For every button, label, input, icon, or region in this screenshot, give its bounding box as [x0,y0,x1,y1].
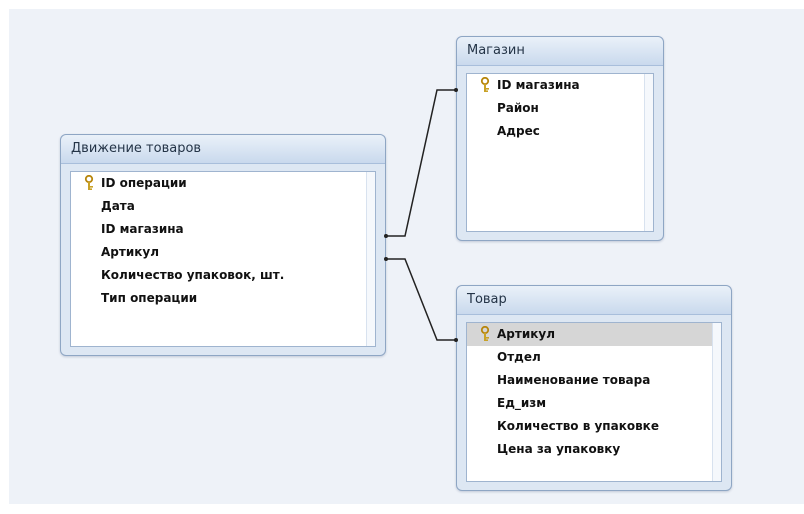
field-label: Количество в упаковке [497,419,659,433]
table-movements-fields: ID операции Дата ID магазина Артикул Кол… [70,171,376,347]
field-label: Ед_изм [497,396,547,410]
table-store[interactable]: Магазин ID магазина Район Адрес [456,36,664,241]
field-label: Дата [101,199,135,213]
field-package-price[interactable]: Цена за упаковку [467,438,721,461]
field-label: ID операции [101,176,187,190]
table-store-fields: ID магазина Район Адрес [466,73,654,232]
field-label: Отдел [497,350,541,364]
field-operation-type[interactable]: Тип операции [71,287,375,310]
table-store-title[interactable]: Магазин [457,37,663,66]
table-product-fields: Артикул Отдел Наименование товара Ед_изм… [466,322,722,482]
field-unit[interactable]: Ед_изм [467,392,721,415]
table-movements-title[interactable]: Движение товаров [61,135,385,164]
field-date[interactable]: Дата [71,195,375,218]
field-label: ID магазина [497,78,580,92]
field-label: ID магазина [101,222,184,236]
field-label: Количество упаковок, шт. [101,268,285,282]
field-address[interactable]: Адрес [467,120,653,143]
field-district[interactable]: Район [467,97,653,120]
table-movements[interactable]: Движение товаров ID операции Дата ID маг… [60,134,386,356]
field-package-count[interactable]: Количество упаковок, шт. [71,264,375,287]
field-id-operation[interactable]: ID операции [71,172,375,195]
key-icon [480,326,490,341]
field-label: Артикул [101,245,159,259]
field-label: Цена за упаковку [497,442,621,456]
field-label: Наименование товара [497,373,651,387]
scrollbar[interactable] [712,323,721,481]
scrollbar[interactable] [644,74,653,231]
table-product[interactable]: Товар Артикул Отдел Наименование товара … [456,285,732,491]
field-article[interactable]: Артикул [71,241,375,264]
table-product-title[interactable]: Товар [457,286,731,315]
field-label: Район [497,101,539,115]
key-icon [480,77,490,92]
field-label: Адрес [497,124,540,138]
key-icon [84,175,94,190]
field-store-id[interactable]: ID магазина [71,218,375,241]
field-department[interactable]: Отдел [467,346,721,369]
field-store-id[interactable]: ID магазина [467,74,653,97]
scrollbar[interactable] [366,172,375,346]
field-package-quantity[interactable]: Количество в упаковке [467,415,721,438]
field-label: Артикул [497,327,555,341]
field-product-name[interactable]: Наименование товара [467,369,721,392]
field-article[interactable]: Артикул [467,323,721,346]
field-label: Тип операции [101,291,198,305]
